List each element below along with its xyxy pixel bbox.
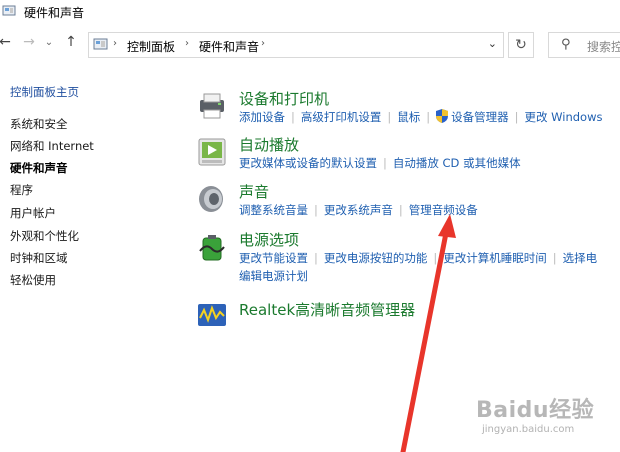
category-title[interactable]: 电源选项: [239, 229, 299, 250]
link-autoplay-cd[interactable]: 自动播放 CD 或其他媒体: [393, 155, 521, 171]
address-dropdown-icon[interactable]: ⌄: [488, 37, 497, 50]
link-change-default-media-settings[interactable]: 更改媒体或设备的默认设置: [239, 155, 377, 171]
control-panel-icon: [2, 5, 16, 16]
address-bar[interactable]: › 控制面板 › 硬件和声音 › ⌄: [88, 32, 504, 58]
link-advanced-printer-settings[interactable]: 高级打印机设置: [301, 109, 382, 125]
link-change-power-button[interactable]: 更改电源按钮的功能: [324, 250, 428, 266]
link-change-power-saving[interactable]: 更改节能设置: [239, 250, 308, 266]
watermark-text: Baidu经验: [476, 398, 595, 423]
refresh-button[interactable]: ↻: [508, 32, 534, 58]
link-add-device[interactable]: 添加设备: [239, 109, 285, 125]
link-choose-power[interactable]: 选择电: [563, 250, 598, 266]
breadcrumb-hardware-sound[interactable]: 硬件和声音: [199, 38, 259, 55]
autoplay-icon: [198, 138, 226, 166]
sidebar-item-system-security[interactable]: 系统和安全: [10, 116, 68, 132]
speaker-icon: [199, 186, 223, 212]
link-device-manager[interactable]: 设备管理器: [451, 109, 509, 125]
navigation-bar: ← → ⌄ ↑ › 控制面板 › 硬件和声音 › ⌄ ↻ ⚲ 搜索控: [0, 28, 620, 62]
window-title: 硬件和声音: [24, 6, 85, 20]
link-edit-power-plan[interactable]: 编辑电源计划: [239, 268, 308, 284]
category-title[interactable]: 声音: [239, 181, 269, 202]
link-change-sleep-time[interactable]: 更改计算机睡眠时间: [443, 250, 547, 266]
realtek-icon: [198, 304, 226, 326]
breadcrumb-separator-icon: ›: [185, 38, 189, 49]
sidebar-item-programs[interactable]: 程序: [10, 182, 33, 198]
category-title[interactable]: 自动播放: [239, 134, 299, 155]
breadcrumb-separator-icon: ›: [113, 38, 117, 49]
control-panel-icon: [93, 38, 108, 50]
forward-arrow-icon[interactable]: →: [20, 34, 38, 50]
recent-chevron-icon[interactable]: ⌄: [40, 37, 58, 48]
sidebar-item-clock-region[interactable]: 时钟和区域: [10, 250, 68, 266]
category-title[interactable]: Realtek高清晰音频管理器: [239, 299, 415, 320]
title-bar: 硬件和声音: [0, 0, 620, 24]
category-title[interactable]: 设备和打印机: [239, 88, 329, 109]
link-change-system-sounds[interactable]: 更改系统声音: [324, 202, 393, 218]
sidebar-item-ease-of-access[interactable]: 轻松使用: [10, 272, 56, 288]
sidebar-item-home[interactable]: 控制面板主页: [10, 84, 79, 100]
refresh-icon: ↻: [515, 37, 527, 53]
printer-icon: [200, 93, 224, 119]
sidebar-item-appearance[interactable]: 外观和个性化: [10, 228, 79, 244]
annotation-arrow: [400, 214, 456, 452]
link-change-windows[interactable]: 更改 Windows: [525, 109, 603, 125]
search-box[interactable]: ⚲ 搜索控: [548, 32, 620, 58]
up-arrow-icon[interactable]: ↑: [62, 34, 80, 50]
back-arrow-icon[interactable]: ←: [0, 34, 14, 50]
sidebar-item-user-accounts[interactable]: 用户帐户: [10, 205, 56, 221]
battery-icon: [199, 235, 225, 261]
watermark-sub: jingyan.baidu.com: [482, 424, 575, 435]
sidebar-item-network[interactable]: 网络和 Internet: [10, 138, 94, 154]
search-icon: ⚲: [561, 37, 571, 52]
sidebar-item-hardware-sound[interactable]: 硬件和声音: [10, 160, 68, 176]
uac-shield-icon: [436, 109, 449, 123]
breadcrumb-separator-icon: ›: [261, 38, 265, 49]
link-mouse[interactable]: 鼠标: [397, 109, 420, 125]
search-placeholder: 搜索控: [587, 40, 620, 54]
link-manage-audio-devices[interactable]: 管理音频设备: [409, 202, 478, 218]
breadcrumb-control-panel[interactable]: 控制面板: [127, 38, 175, 55]
link-adjust-system-volume[interactable]: 调整系统音量: [239, 202, 308, 218]
